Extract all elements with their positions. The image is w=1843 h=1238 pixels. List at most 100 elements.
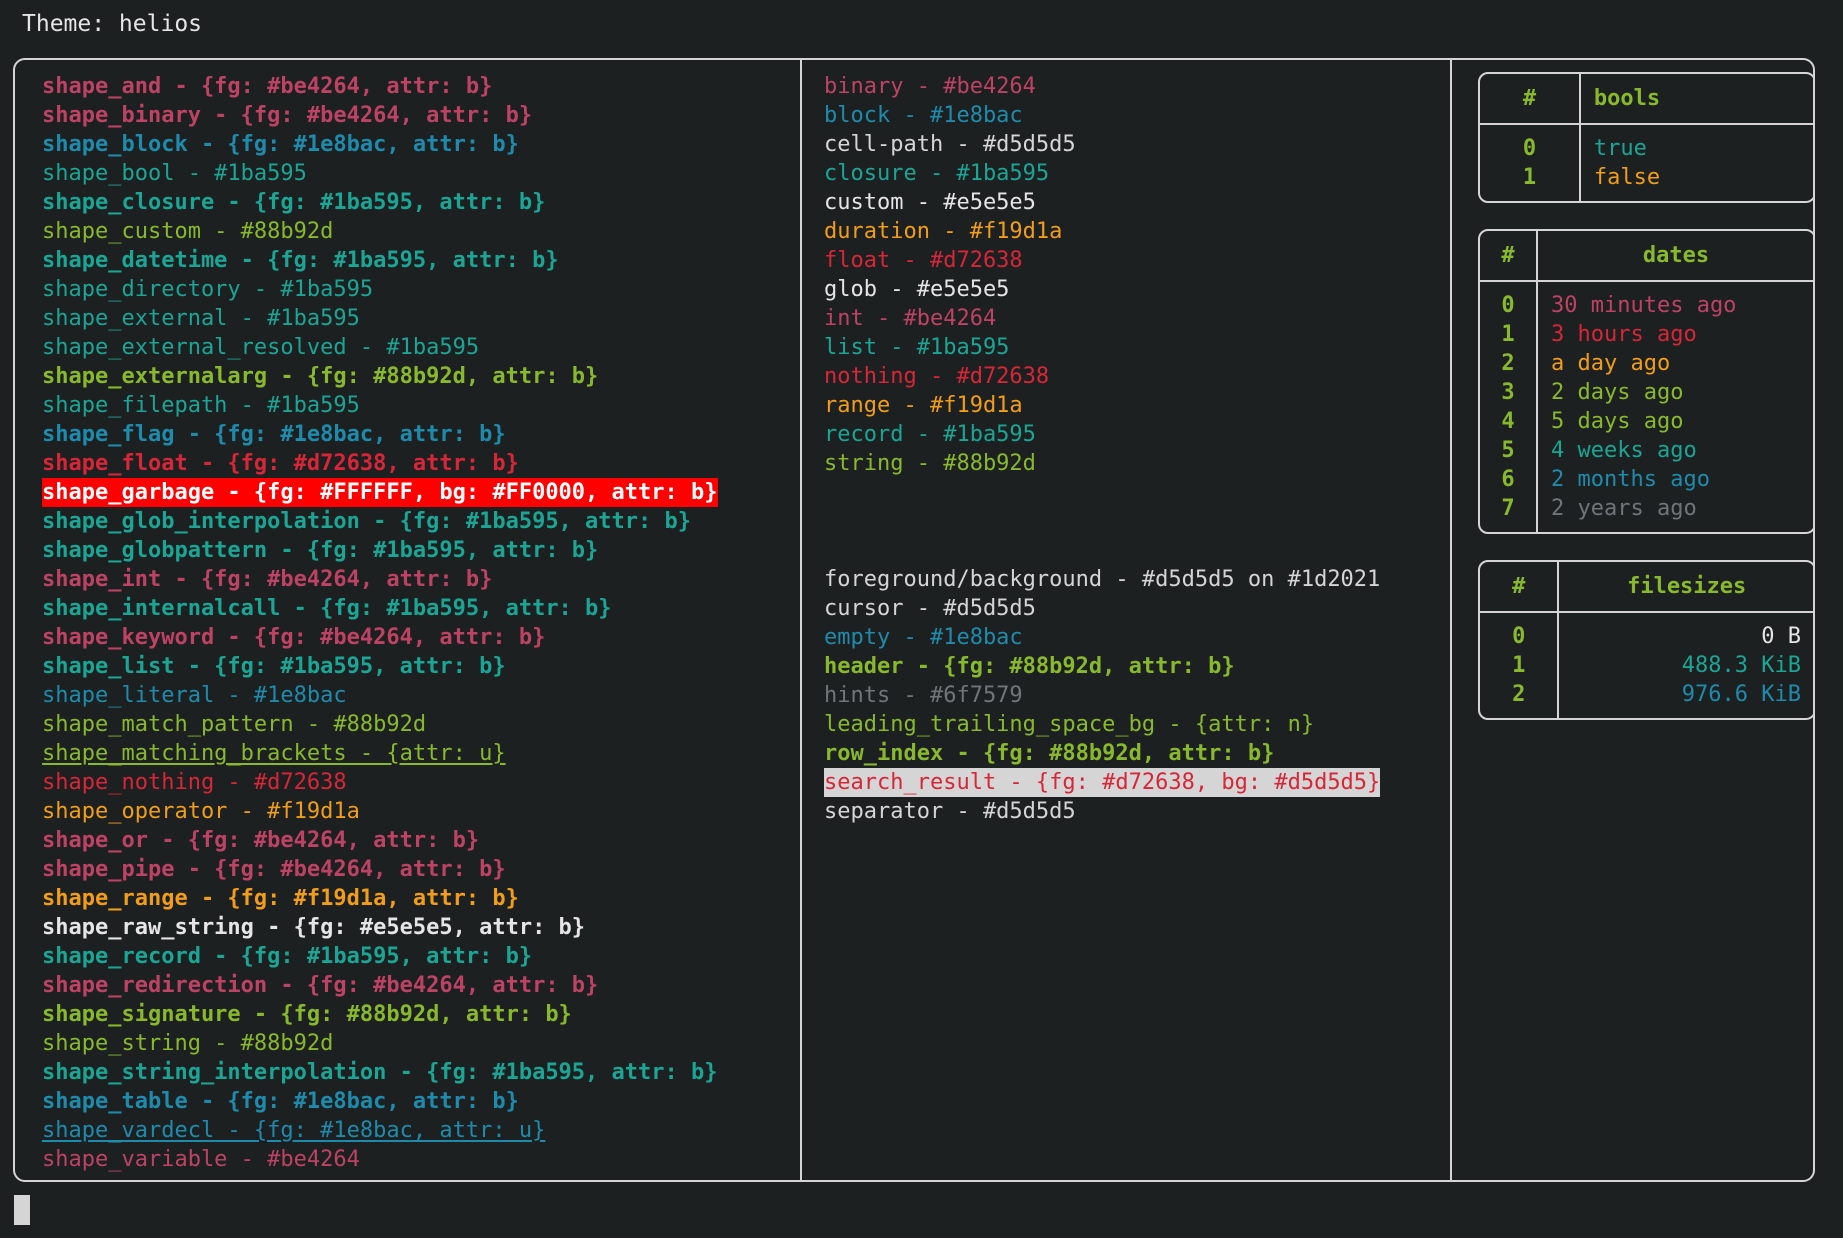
table-row: 6 2 months ago (1480, 465, 1813, 494)
ui-element-entry: header - {fg: #88b92d, attr: b} (824, 654, 1235, 679)
shape-entry: shape_variable - #be4264 (42, 1147, 360, 1172)
row-index: 1 (1480, 651, 1560, 680)
types-column: binary - #be4264 block - #1e8bac cell-path… (800, 60, 1450, 1180)
bools-body: 0 true 1 false (1480, 125, 1813, 201)
type-entry: binary - #be4264 (824, 74, 1036, 99)
table-row: 5 4 weeks ago (1480, 436, 1813, 465)
row-value: 2 months ago (1551, 467, 1710, 492)
type-entry: list - #1ba595 (824, 335, 1010, 360)
shape-entry: shape_directory - #1ba595 (42, 277, 374, 302)
ui-element-entry: cursor - #d5d5d5 (824, 596, 1036, 621)
shape-entry: shape_pipe - {fg: #be4264, attr: b} (42, 857, 506, 882)
type-entry: duration - #f19d1a (824, 219, 1063, 244)
shape-entry: shape_string - #88b92d (42, 1031, 334, 1056)
shape-entry: shape_globpattern - {fg: #1ba595, attr: … (42, 538, 599, 563)
ui-element-entry: row_index - {fg: #88b92d, attr: b} (824, 741, 1275, 766)
table-row: 1 488.3 KiB (1480, 651, 1813, 680)
row-value: 30 minutes ago (1551, 293, 1737, 318)
ui-element-entry: separator - #d5d5d5 (824, 799, 1076, 824)
table-row: 1 3 hours ago (1480, 320, 1813, 349)
type-entry: nothing - #d72638 (824, 364, 1050, 389)
shape-entry: shape_external - #1ba595 (42, 306, 360, 331)
table-row: 1 false (1480, 163, 1813, 201)
table-row: 0 true (1480, 125, 1813, 163)
table-row: 0 0 B (1480, 613, 1813, 651)
row-index: 0 (1480, 125, 1581, 163)
page-title: Theme: helios (22, 11, 203, 37)
row-value: 488.3 KiB (1681, 653, 1801, 678)
dates-table: # dates 0 30 minutes ago 1 3 hours ago 2 a da… (1478, 229, 1813, 534)
row-index: 2 (1480, 680, 1560, 718)
bools-table: # bools 0 true 1 false (1478, 72, 1813, 203)
shape-entry: shape_custom - #88b92d (42, 219, 334, 244)
dates-body: 0 30 minutes ago 1 3 hours ago 2 a day ago 3 2 … (1480, 282, 1813, 532)
table-header-row: # dates (1480, 231, 1813, 282)
row-index: 0 (1480, 613, 1560, 651)
table-row: 2 976.6 KiB (1480, 680, 1813, 718)
type-entry: custom - #e5e5e5 (824, 190, 1036, 215)
shape-entry: shape_filepath - #1ba595 (42, 393, 360, 418)
list-gap (824, 478, 1450, 507)
table-header-row: # filesizes (1480, 562, 1813, 613)
shape-entry: shape_record - {fg: #1ba595, attr: b} (42, 944, 533, 969)
type-entry: closure - #1ba595 (824, 161, 1050, 186)
row-value: 2 days ago (1551, 380, 1684, 405)
type-entry: float - #d72638 (824, 248, 1023, 273)
shape-entry: shape_redirection - {fg: #be4264, attr: … (42, 973, 599, 998)
shape-entry: shape_datetime - {fg: #1ba595, attr: b} (42, 248, 559, 273)
shape-entry: shape_vardecl - {fg: #1e8bac, attr: u} (42, 1118, 546, 1143)
shape-entry: shape_nothing - #d72638 (42, 770, 347, 795)
bools-index-header: # (1480, 74, 1581, 125)
list-gap (824, 507, 1450, 536)
shape-entry: shape_list - {fg: #1ba595, attr: b} (42, 654, 506, 679)
shape-entry: shape_glob_interpolation - {fg: #1ba595,… (42, 509, 692, 534)
shape-entry: shape_float - {fg: #d72638, attr: b} (42, 451, 519, 476)
table-row: 3 2 days ago (1480, 378, 1813, 407)
dates-header: dates (1538, 231, 1813, 282)
row-index: 1 (1480, 163, 1581, 201)
row-index: 4 (1480, 407, 1538, 436)
row-index: 0 (1480, 282, 1538, 320)
type-entry: int - #be4264 (824, 306, 997, 331)
terminal-cursor (14, 1195, 30, 1225)
shape-entry: shape_block - {fg: #1e8bac, attr: b} (42, 132, 519, 157)
shape-entry: shape_garbage - {fg: #FFFFFF, bg: #FF000… (42, 478, 718, 507)
ui-elements-list: foreground/background - #d5d5d5 on #1d20… (802, 478, 1450, 826)
shape-entry: shape_matching_brackets - {attr: u} (42, 741, 506, 766)
shape-entry: shape_external_resolved - #1ba595 (42, 335, 480, 360)
table-row: 0 30 minutes ago (1480, 282, 1813, 320)
table-row: 4 5 days ago (1480, 407, 1813, 436)
type-entry: string - #88b92d (824, 451, 1036, 476)
row-value: 2 years ago (1551, 496, 1697, 521)
shape-entry: shape_externalarg - {fg: #88b92d, attr: … (42, 364, 599, 389)
shape-entry: shape_internalcall - {fg: #1ba595, attr:… (42, 596, 612, 621)
row-value: 4 weeks ago (1551, 438, 1697, 463)
ui-element-entry: hints - #6f7579 (824, 683, 1023, 708)
shape-entry: shape_operator - #f19d1a (42, 799, 360, 824)
table-header-row: # bools (1480, 74, 1813, 125)
theme-preview-frame: shape_and - {fg: #be4264, attr: b} shape_… (13, 58, 1815, 1182)
type-entry: range - #f19d1a (824, 393, 1023, 418)
shape-entry: shape_raw_string - {fg: #e5e5e5, attr: b… (42, 915, 586, 940)
tables-column: # bools 0 true 1 false # dates 0 30 minutes … (1450, 60, 1813, 1180)
shape-entry: shape_literal - #1e8bac (42, 683, 347, 708)
shape-entry: shape_and - {fg: #be4264, attr: b} (42, 74, 493, 99)
tables-stack: # bools 0 true 1 false # dates 0 30 minutes … (1478, 72, 1813, 720)
row-index: 6 (1480, 465, 1538, 494)
row-index: 2 (1480, 349, 1538, 378)
row-index: 3 (1480, 378, 1538, 407)
row-value: a day ago (1551, 351, 1671, 376)
shape-entry: shape_binary - {fg: #be4264, attr: b} (42, 103, 533, 128)
shape-entry: shape_closure - {fg: #1ba595, attr: b} (42, 190, 546, 215)
bools-header: bools (1580, 74, 1813, 125)
ui-element-entry: foreground/background - #d5d5d5 on #1d20… (824, 567, 1381, 592)
shape-entry: shape_string_interpolation - {fg: #1ba59… (42, 1060, 718, 1085)
table-row: 7 2 years ago (1480, 494, 1813, 532)
terminal-screen: Theme: helios shape_and - {fg: #be4264, … (0, 0, 1843, 1238)
shape-entry: shape_or - {fg: #be4264, attr: b} (42, 828, 480, 853)
table-row: 2 a day ago (1480, 349, 1813, 378)
shape-entry: shape_signature - {fg: #88b92d, attr: b} (42, 1002, 572, 1027)
filesizes-body: 0 0 B 1 488.3 KiB 2 976.6 KiB (1480, 613, 1813, 718)
row-index: 5 (1480, 436, 1538, 465)
shape-entry: shape_bool - #1ba595 (42, 161, 307, 186)
